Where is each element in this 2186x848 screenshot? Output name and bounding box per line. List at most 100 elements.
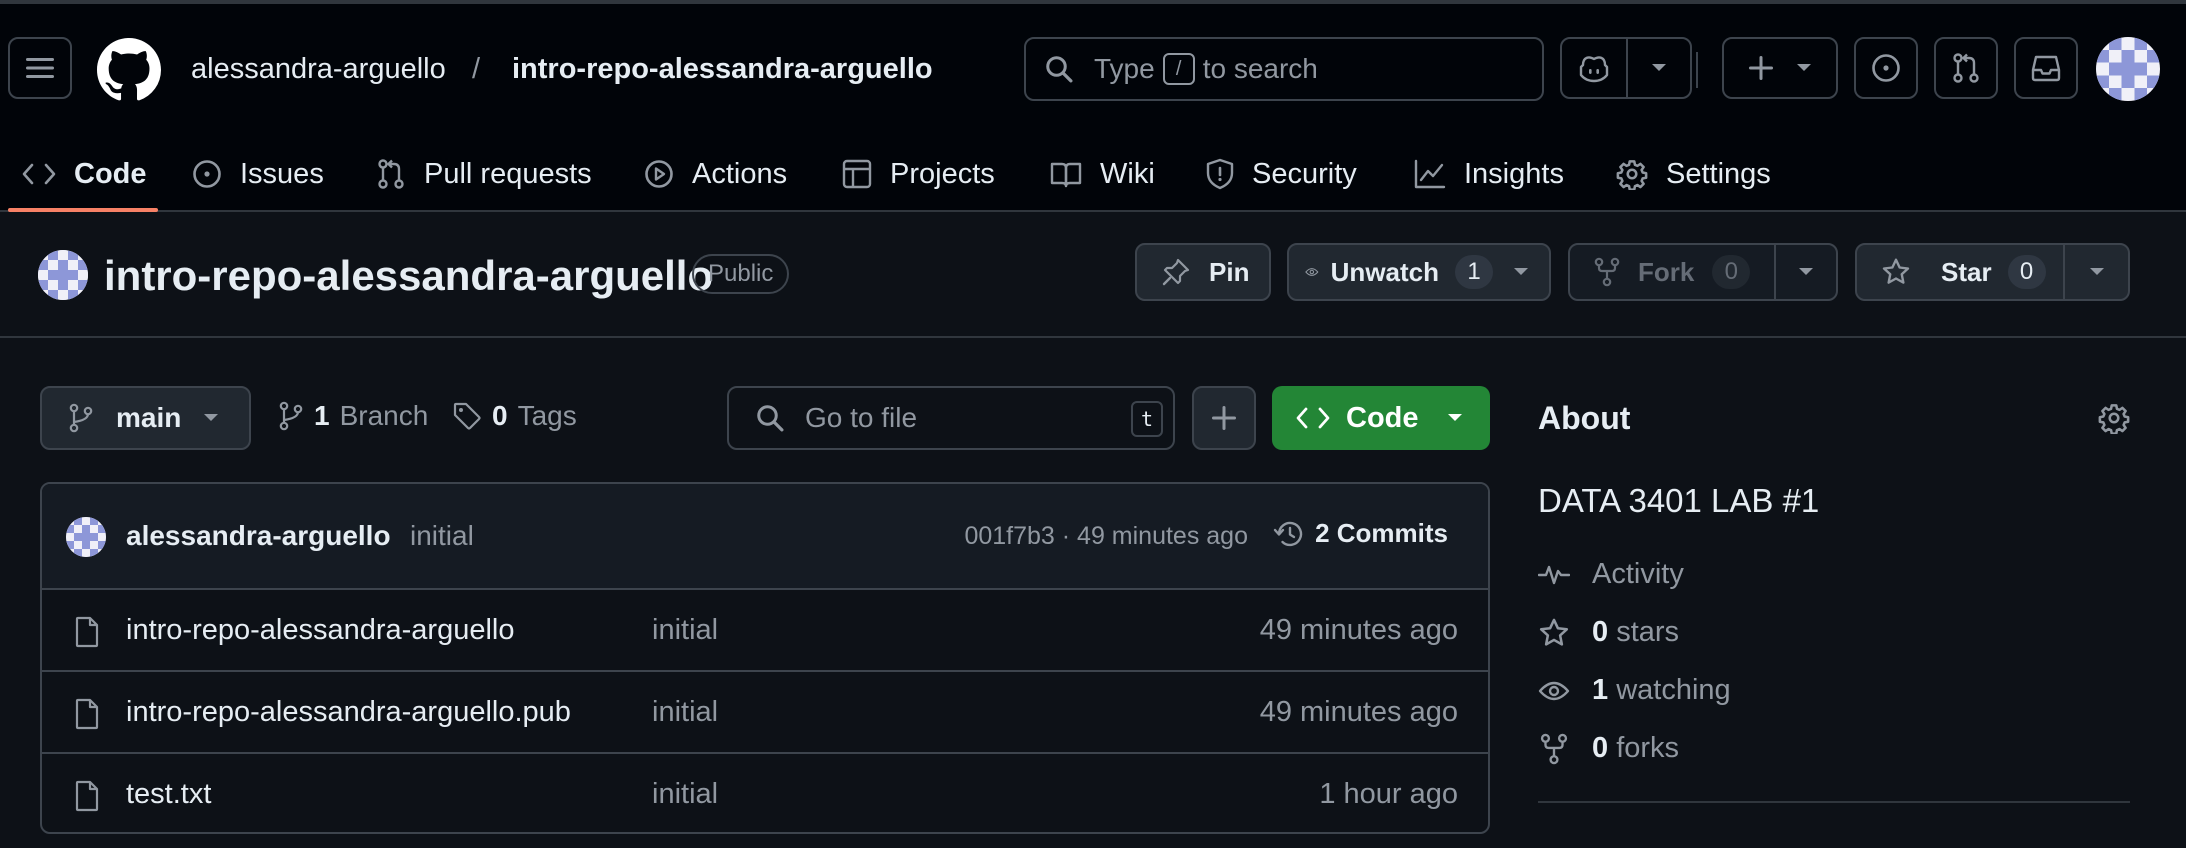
code-button[interactable]: Code [1272, 386, 1490, 450]
tab-code[interactable]: Code [22, 134, 147, 214]
file-commit-message[interactable]: initial [652, 614, 718, 647]
github-logo-icon[interactable] [97, 38, 161, 102]
inbox-button[interactable] [2014, 37, 2078, 99]
unwatch-label: Unwatch [1330, 256, 1439, 287]
tab-projects-label: Projects [890, 157, 995, 190]
breadcrumb-owner[interactable]: alessandra-arguello [191, 52, 446, 86]
unwatch-button[interactable]: Unwatch 1 [1289, 255, 1493, 289]
star-button[interactable]: Star 0 [1857, 245, 2063, 299]
forks-count: 0 [1592, 732, 1609, 764]
visibility-badge: Public [692, 254, 790, 294]
commits-link[interactable]: 2 Commits [1273, 518, 1448, 549]
shield-icon [1206, 158, 1234, 190]
tab-wiki-label: Wiki [1100, 157, 1155, 190]
pulse-icon [1538, 565, 1570, 584]
git-branch-icon [69, 403, 93, 433]
commit-author[interactable]: alessandra-arguello [126, 520, 391, 552]
watching-count: 1 [1592, 674, 1609, 706]
activity-link[interactable]: Activity [1538, 558, 1684, 591]
breadcrumb-separator: / [472, 53, 481, 85]
about-heading: About [1538, 400, 1631, 436]
star-icon [1882, 258, 1910, 284]
watching-link[interactable]: 1 watching [1538, 674, 1731, 707]
user-avatar[interactable] [2096, 37, 2160, 101]
file-name[interactable]: intro-repo-alessandra-arguello.pub [126, 696, 571, 729]
copilot-icon [1579, 56, 1609, 83]
file-row[interactable]: intro-repo-alessandra-arguello initial 4… [42, 590, 1488, 672]
watch-dropdown-button[interactable] [1493, 267, 1549, 277]
pull-requests-shortcut-button[interactable] [1934, 37, 1998, 99]
tab-actions-label: Actions [692, 157, 788, 190]
file-commit-message[interactable]: initial [652, 696, 718, 729]
add-file-button[interactable] [1192, 386, 1256, 450]
fork-dropdown-button[interactable] [1776, 267, 1836, 277]
about-settings-button[interactable] [2098, 402, 2130, 434]
branch-count-label: Branch [339, 400, 429, 431]
search-icon [1046, 56, 1073, 83]
tag-count: 0 [492, 400, 508, 431]
tab-actions[interactable]: Actions [644, 134, 787, 214]
file-row[interactable]: test.txt initial 1 hour ago [42, 754, 1488, 832]
search-shortcut-key: / [1162, 53, 1195, 85]
search-icon [757, 405, 784, 432]
branch-name: main [116, 402, 182, 433]
file-name[interactable]: test.txt [126, 778, 211, 811]
forks-link[interactable]: 0 forks [1538, 732, 1679, 765]
branches-link[interactable]: 1 Branch [278, 400, 428, 432]
issue-opened-icon [1872, 54, 1900, 82]
tab-pull-requests-label: Pull requests [424, 157, 592, 190]
tab-code-label: Code [74, 157, 147, 190]
repo-owner-avatar[interactable] [38, 250, 88, 300]
branch-selector[interactable]: main [40, 386, 251, 450]
file-icon [75, 698, 99, 730]
tag-icon [453, 402, 481, 430]
fork-button[interactable]: Fork 0 [1570, 245, 1774, 299]
play-icon [645, 160, 673, 188]
tab-wiki[interactable]: Wiki [1050, 134, 1155, 214]
file-updated-time: 49 minutes ago [1259, 614, 1458, 646]
search-prefix-text: Type [1094, 53, 1155, 84]
repo-title[interactable]: intro-repo-alessandra-arguello [104, 252, 713, 300]
plus-icon [1212, 406, 1236, 430]
plus-icon [1749, 56, 1773, 80]
search-suffix-text: to search [1202, 53, 1318, 84]
triangle-down-icon [2089, 268, 2104, 275]
pin-button[interactable]: Pin [1135, 243, 1271, 301]
repo-nav-tabs: Code Issues Pull requests Actions Projec… [0, 134, 2186, 214]
commit-message[interactable]: initial [410, 520, 474, 552]
file-row[interactable]: intro-repo-alessandra-arguello.pub initi… [42, 672, 1488, 754]
file-name[interactable]: intro-repo-alessandra-arguello [126, 614, 514, 647]
tab-insights[interactable]: Insights [1414, 134, 1564, 214]
star-icon [1539, 618, 1569, 646]
file-commit-message[interactable]: initial [652, 778, 718, 811]
commit-author-avatar[interactable] [66, 517, 106, 557]
tab-pull-requests[interactable]: Pull requests [376, 134, 592, 214]
stars-link[interactable]: 0 stars [1538, 616, 1679, 649]
code-button-label: Code [1346, 401, 1419, 434]
activity-label: Activity [1592, 558, 1684, 590]
copilot-button[interactable] [1562, 39, 1626, 97]
hamburger-menu-button[interactable] [8, 37, 72, 99]
file-icon [75, 616, 99, 648]
tab-security[interactable]: Security [1206, 134, 1357, 214]
go-to-file-input[interactable]: Go to file t [727, 386, 1175, 450]
create-new-button[interactable] [1722, 37, 1838, 99]
triangle-down-icon [1652, 64, 1666, 71]
issues-shortcut-button[interactable] [1854, 37, 1918, 99]
latest-commit-row: alessandra-arguello initial 001f7b3 · 49… [42, 484, 1488, 590]
eye-icon [1538, 681, 1570, 700]
file-updated-time: 1 hour ago [1319, 778, 1458, 810]
tab-projects[interactable]: Projects [842, 134, 995, 214]
tab-settings[interactable]: Settings [1616, 134, 1771, 214]
issue-icon [193, 160, 221, 188]
copilot-dropdown-button[interactable] [1628, 63, 1690, 73]
pull-request-icon [378, 159, 404, 189]
star-dropdown-button[interactable] [2065, 267, 2128, 277]
tab-issues[interactable]: Issues [192, 134, 324, 214]
global-search-input[interactable]: Type / to search [1024, 37, 1544, 101]
watching-label: watching [1616, 674, 1731, 706]
breadcrumb-repo[interactable]: intro-repo-alessandra-arguello [512, 52, 933, 86]
commit-sha-time[interactable]: 001f7b3 · 49 minutes ago [964, 522, 1248, 551]
tags-link[interactable]: 0 Tags [452, 400, 577, 432]
eye-icon [1305, 268, 1319, 276]
